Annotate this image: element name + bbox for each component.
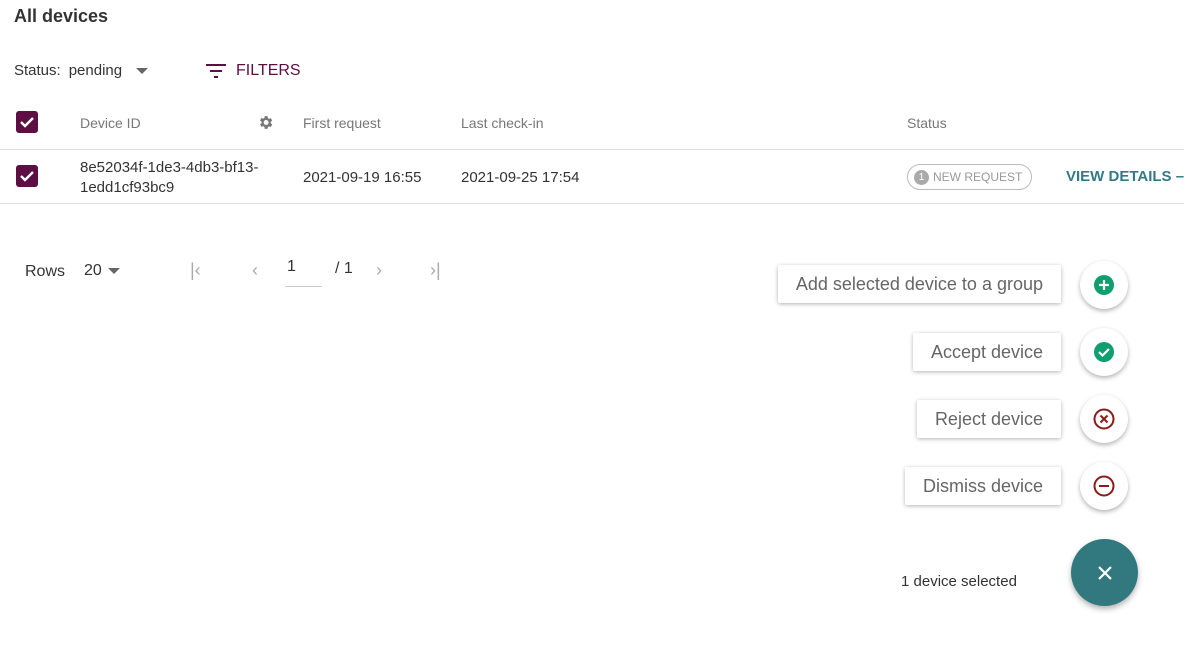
filters-label: FILTERS (236, 62, 301, 79)
chevron-down-icon (107, 268, 120, 274)
status-badge: 1 NEW REQUEST (907, 164, 1033, 190)
dash-icon: – (1175, 168, 1185, 185)
chevron-down-icon (136, 67, 149, 74)
badge-count: 1 (914, 169, 929, 185)
device-id: 8e52034f-1de3-4db3-bf13- 1edd1cf93bc9 (80, 158, 258, 198)
gear-icon[interactable] (257, 114, 274, 131)
accept-device-button[interactable]: Accept device (912, 333, 1061, 371)
next-page-icon[interactable]: › (376, 260, 382, 281)
dismiss-device-button[interactable]: Dismiss device (904, 467, 1061, 505)
add-circle-icon (1094, 275, 1114, 295)
page-input[interactable]: 1 (285, 258, 322, 287)
page-total: / 1 (335, 260, 353, 277)
view-details-link[interactable]: VIEW DETAILS – (1066, 168, 1184, 185)
device-id-line2: 1edd1cf93bc9 (80, 179, 175, 196)
reject-device-button[interactable]: Reject device (916, 400, 1061, 438)
remove-circle-icon (1093, 475, 1115, 497)
close-actions-fab[interactable] (1071, 539, 1138, 606)
close-icon (1097, 565, 1112, 580)
filters-button[interactable]: FILTERS (206, 62, 301, 80)
divider (0, 203, 1184, 204)
prev-page-icon[interactable]: ‹ (252, 260, 258, 281)
last-checkin: 2021-09-25 17:54 (461, 169, 580, 186)
first-request: 2021-09-19 16:55 (303, 169, 422, 186)
select-all-checkbox[interactable] (16, 111, 38, 133)
header-first-request[interactable]: First request (303, 115, 381, 131)
device-id-line1: 8e52034f-1de3-4db3-bf13- (80, 159, 259, 176)
add-to-group-fab[interactable] (1080, 261, 1128, 309)
row-checkbox[interactable] (16, 165, 38, 187)
status-label: Status: (14, 62, 61, 79)
check-icon (20, 117, 34, 128)
status-filter[interactable]: Status: pending (14, 62, 149, 79)
accept-device-fab[interactable] (1080, 328, 1128, 376)
header-device-id[interactable]: Device ID (80, 115, 141, 131)
page-title: All devices (14, 6, 109, 26)
rows-label: Rows (25, 263, 66, 280)
status-value: pending (68, 62, 123, 79)
rows-value: 20 (84, 262, 102, 279)
cancel-circle-icon (1093, 408, 1115, 430)
header-status[interactable]: Status (907, 115, 947, 131)
rows-per-page-select[interactable]: 20 (84, 262, 120, 280)
header-last-checkin[interactable]: Last check-in (461, 115, 543, 131)
filter-icon (206, 64, 226, 78)
dismiss-device-fab[interactable] (1080, 462, 1128, 510)
divider (0, 149, 1184, 150)
selection-count: 1 device selected (901, 573, 1017, 590)
badge-label: NEW REQUEST (933, 170, 1023, 184)
reject-device-fab[interactable] (1080, 395, 1128, 443)
check-circle-icon (1094, 342, 1114, 362)
check-icon (20, 171, 34, 182)
last-page-icon[interactable]: ›| (430, 260, 441, 281)
add-to-group-button[interactable]: Add selected device to a group (777, 265, 1061, 303)
view-details-label: VIEW DETAILS (1066, 168, 1172, 185)
first-page-icon[interactable]: |‹ (190, 260, 201, 281)
